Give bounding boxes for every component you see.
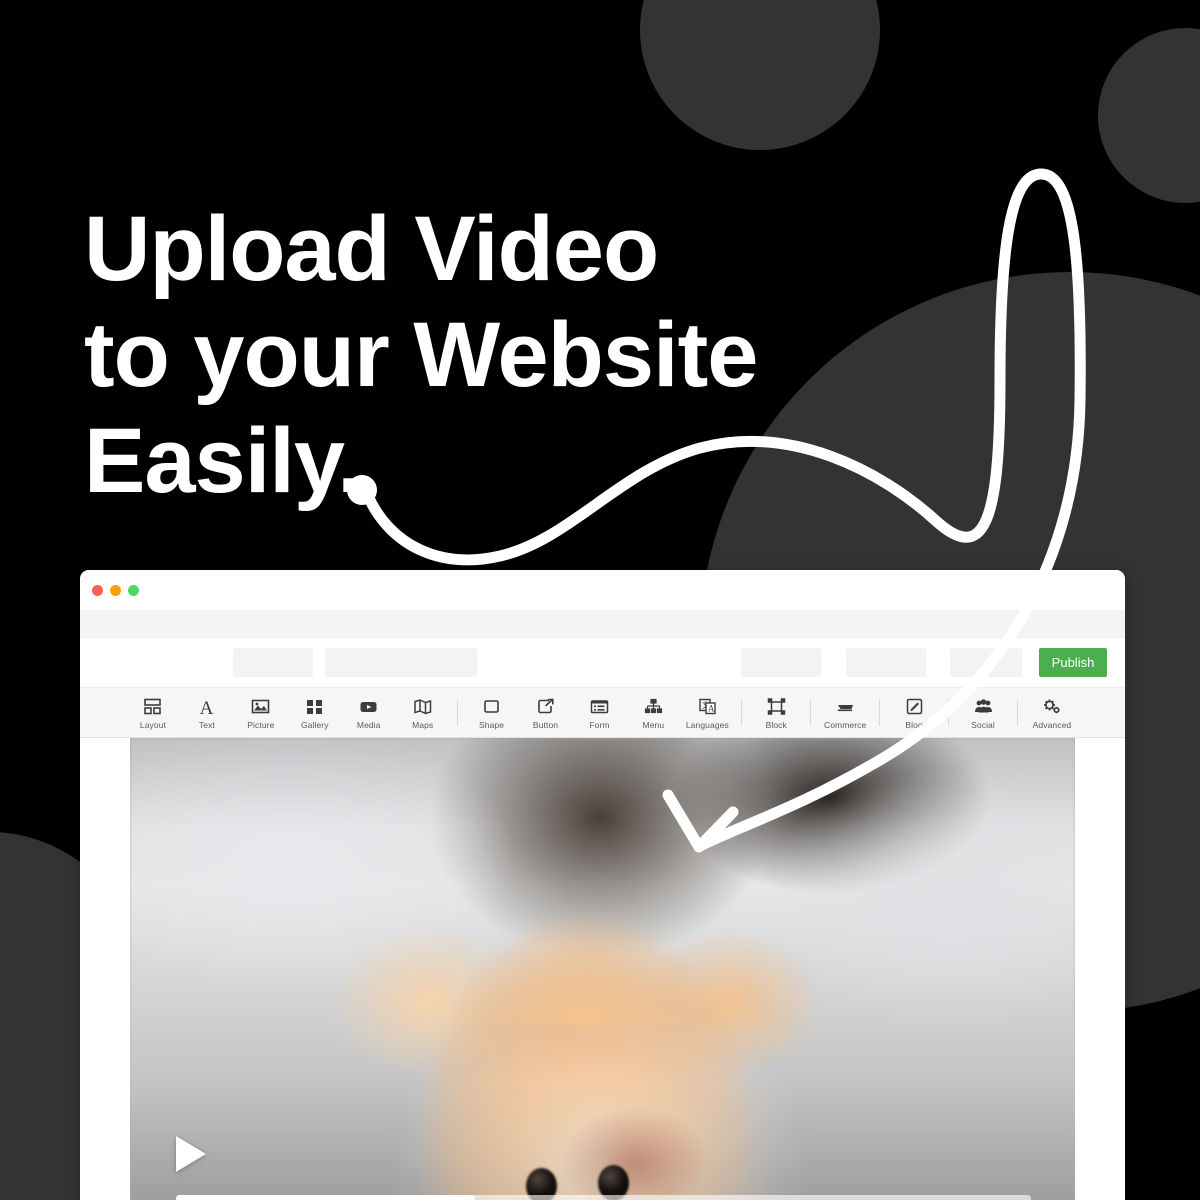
toolbar-divider [456, 699, 458, 726]
maximize-window-dot[interactable] [128, 584, 139, 596]
layout-icon [143, 696, 162, 716]
video-vignette [130, 738, 1075, 1200]
text-icon: A [197, 696, 216, 716]
topbar-placeholder[interactable] [846, 648, 926, 677]
tool-advanced[interactable]: Advanced [1025, 696, 1079, 730]
tool-label: Button [532, 719, 559, 730]
tool-label: Menu [642, 719, 665, 730]
toolbar-divider [948, 699, 950, 726]
maps-icon [413, 696, 432, 716]
tool-button[interactable]: Button [519, 696, 573, 730]
toolbar-divider [879, 699, 881, 726]
tool-label: Block [765, 719, 787, 730]
widget-toolbar: Layout A Text Picture Gallery Media Maps… [80, 688, 1125, 738]
play-icon[interactable] [176, 1136, 206, 1172]
close-window-dot[interactable] [92, 584, 103, 596]
button-icon [536, 696, 555, 716]
tool-label: Social [971, 719, 995, 730]
advanced-icon [1042, 696, 1061, 716]
tool-languages[interactable]: 文 A Languages [680, 696, 734, 730]
tool-media[interactable]: Media [342, 696, 396, 730]
publish-button[interactable]: Publish [1039, 648, 1107, 677]
svg-text:A: A [200, 698, 214, 716]
video-progress-fill [176, 1195, 476, 1200]
tool-label: Gallery [300, 719, 329, 730]
form-icon [590, 696, 609, 716]
blog-icon [905, 696, 924, 716]
tool-label: Layout [139, 719, 167, 730]
block-icon [767, 696, 786, 716]
tool-menu[interactable]: Menu [626, 696, 680, 730]
picture-icon [251, 696, 270, 716]
browser-window: Publish Layout A Text Picture Gallery Me… [80, 570, 1125, 1200]
menu-icon [644, 696, 663, 716]
tool-label: Form [589, 719, 610, 730]
commerce-icon [836, 696, 855, 716]
tool-commerce[interactable]: Commerce [818, 696, 872, 730]
toolbar-divider [1016, 699, 1018, 726]
topbar-placeholder[interactable] [741, 648, 821, 677]
tool-picture[interactable]: Picture [234, 696, 288, 730]
browser-tabstrip[interactable] [80, 610, 1125, 638]
poster-canvas: Upload Video to your Website Easily. Pub… [0, 0, 1200, 1200]
toolbar-divider [810, 699, 812, 726]
video-progress-bar[interactable] [176, 1195, 1031, 1200]
minimize-window-dot[interactable] [110, 584, 121, 596]
languages-icon: 文 A [698, 696, 717, 716]
media-icon [359, 696, 378, 716]
topbar-placeholder[interactable] [325, 648, 477, 677]
toolbar-divider [741, 699, 743, 726]
tool-gallery[interactable]: Gallery [288, 696, 342, 730]
topbar-placeholder[interactable] [950, 648, 1022, 677]
tool-label: Maps [412, 719, 434, 730]
gallery-icon [305, 696, 324, 716]
decorative-circle [640, 0, 880, 150]
tool-label: Text [198, 719, 215, 730]
tool-text[interactable]: A Text [180, 696, 234, 730]
tool-label: Picture [247, 719, 275, 730]
tool-layout[interactable]: Layout [126, 696, 180, 730]
tool-blog[interactable]: Blog [887, 696, 941, 730]
video-player[interactable] [130, 738, 1075, 1200]
tool-label: Commerce [823, 719, 867, 730]
browser-titlebar [80, 570, 1125, 610]
tool-maps[interactable]: Maps [396, 696, 450, 730]
tool-label: Shape [479, 719, 505, 730]
tool-shape[interactable]: Shape [465, 696, 519, 730]
tool-social[interactable]: Social [956, 696, 1010, 730]
topbar-placeholder[interactable] [233, 648, 313, 677]
svg-text:A: A [708, 703, 715, 713]
tool-label: Languages [685, 719, 729, 730]
editor-topbar: Publish [80, 638, 1125, 688]
social-icon [974, 696, 993, 716]
tool-label: Blog [905, 719, 923, 730]
page-title: Upload Video to your Website Easily. [84, 198, 758, 512]
tool-form[interactable]: Form [572, 696, 626, 730]
decorative-circle [1098, 28, 1200, 203]
tool-block[interactable]: Block [749, 696, 803, 730]
tool-label: Advanced [1032, 719, 1072, 730]
tool-label: Media [356, 719, 381, 730]
shape-icon [482, 696, 501, 716]
